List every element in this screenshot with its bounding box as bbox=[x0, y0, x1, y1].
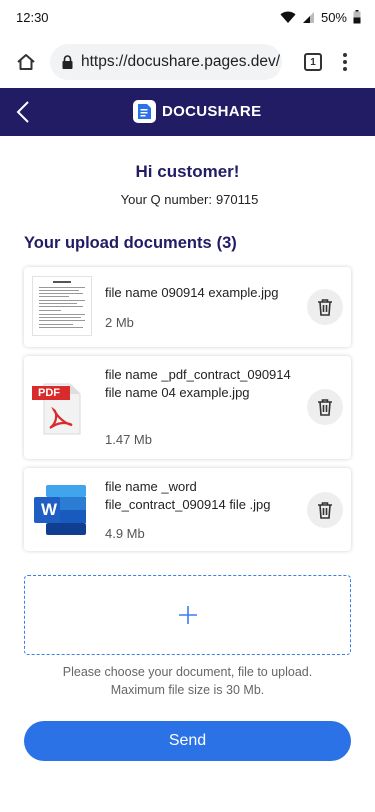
upload-hint: Please choose your document, file to upl… bbox=[0, 663, 375, 699]
uploads-title: Your upload documents bbox=[24, 234, 212, 252]
battery-percent: 50% bbox=[320, 9, 347, 25]
tab-switcher-button[interactable]: 1 bbox=[304, 53, 322, 71]
status-bar: 12:30 50% bbox=[0, 0, 375, 34]
home-icon bbox=[17, 54, 35, 70]
pdf-icon: PDF bbox=[32, 382, 88, 436]
signal-icon bbox=[302, 11, 314, 23]
url-text: https://docushare.pages.dev/ bbox=[81, 53, 281, 70]
upload-card[interactable]: file name 090914 example.jpg 2 Mb bbox=[24, 267, 351, 347]
file-name: file name _word file_contract_090914 fil… bbox=[105, 479, 271, 512]
more-dot bbox=[343, 53, 347, 57]
plus-icon bbox=[178, 606, 197, 624]
q-number-label: Your Q number: bbox=[120, 192, 212, 207]
word-badge: W bbox=[40, 500, 58, 519]
home-button[interactable] bbox=[12, 48, 40, 76]
status-indicators: 50% bbox=[280, 10, 361, 25]
docushare-logo-icon bbox=[133, 100, 156, 123]
upload-card[interactable]: PDF file name _pdf_contract_090914 file … bbox=[24, 356, 351, 459]
brand-name: DOCUSHARE bbox=[162, 103, 262, 120]
file-size: 2 Mb bbox=[105, 315, 134, 330]
upload-dropzone[interactable] bbox=[24, 575, 351, 655]
upload-card[interactable]: W file name _word file_contract_090914 f… bbox=[24, 468, 351, 551]
wifi-icon bbox=[280, 11, 296, 23]
uploads-heading: Your upload documents (3) bbox=[24, 234, 237, 253]
delete-button[interactable] bbox=[307, 389, 343, 425]
battery-icon bbox=[353, 10, 361, 24]
app-header: DOCUSHARE bbox=[0, 88, 375, 136]
file-name: file name _pdf_contract_090914 file name… bbox=[105, 367, 291, 400]
chevron-left-icon bbox=[16, 101, 29, 123]
delete-button[interactable] bbox=[307, 492, 343, 528]
send-button[interactable]: Send bbox=[24, 721, 351, 761]
status-time: 12:30 bbox=[16, 9, 49, 25]
brand: DOCUSHARE bbox=[133, 100, 261, 123]
word-icon: W bbox=[32, 485, 86, 535]
document-thumbnail-icon bbox=[32, 276, 92, 336]
address-bar[interactable]: https://docushare.pages.dev/ bbox=[50, 44, 282, 80]
q-number-value: 970115 bbox=[215, 192, 259, 207]
greeting-title: Hi customer! bbox=[135, 162, 240, 181]
upload-hint-line: Please choose your document, file to upl… bbox=[62, 665, 313, 679]
pdf-badge: PDF bbox=[38, 387, 60, 399]
more-dot bbox=[343, 60, 347, 64]
trash-icon bbox=[318, 502, 332, 519]
trash-icon bbox=[318, 299, 332, 316]
file-size: 4.9 Mb bbox=[105, 526, 145, 541]
more-dot bbox=[343, 67, 347, 71]
file-size: 1.47 Mb bbox=[105, 432, 152, 447]
browser-toolbar: https://docushare.pages.dev/ 1 bbox=[0, 38, 375, 86]
q-number-line: Your Q number: 970115 bbox=[0, 192, 375, 207]
file-name: file name 090914 example.jpg bbox=[105, 285, 279, 300]
lock-icon bbox=[62, 55, 73, 69]
more-menu-button[interactable] bbox=[340, 53, 350, 71]
upload-hint-line: Maximum file size is 30 Mb. bbox=[110, 683, 265, 697]
trash-icon bbox=[318, 399, 332, 416]
delete-button[interactable] bbox=[307, 289, 343, 325]
back-button[interactable] bbox=[14, 100, 34, 124]
uploads-count: (3) bbox=[216, 234, 237, 252]
